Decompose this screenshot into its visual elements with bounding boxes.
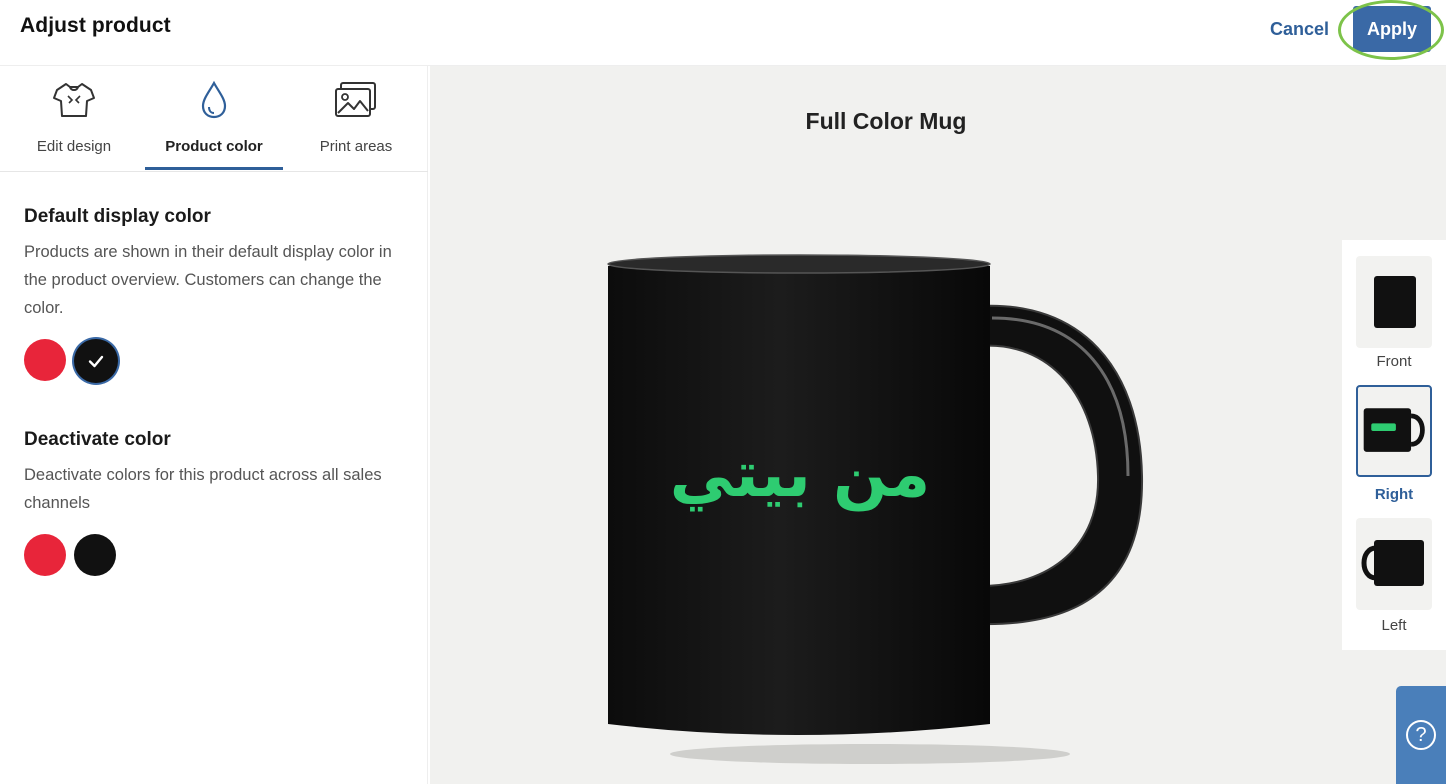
thumbnail-label: Left bbox=[1381, 617, 1407, 634]
view-thumbnails: Front Right Left bbox=[1342, 240, 1446, 650]
thumbnail-front[interactable] bbox=[1356, 256, 1432, 348]
default-color-description: Products are shown in their default disp… bbox=[24, 243, 392, 317]
tab-label: Print areas bbox=[319, 138, 393, 155]
tab-label: Edit design bbox=[36, 138, 112, 155]
deactivate-color-swatches bbox=[24, 534, 116, 576]
cancel-button[interactable]: Cancel bbox=[1262, 17, 1337, 42]
tab-edit-design[interactable]: Edit design bbox=[3, 66, 145, 172]
question-icon: ? bbox=[1406, 720, 1436, 750]
default-color-heading: Default display color bbox=[24, 206, 211, 227]
settings-panel: Edit design Product color Print areas De… bbox=[0, 66, 428, 784]
thumbnail-label: Front bbox=[1376, 353, 1412, 370]
tab-print-areas[interactable]: Print areas bbox=[285, 66, 427, 172]
thumbnail-left[interactable] bbox=[1356, 518, 1432, 610]
mug-logo-text: من بيتي bbox=[670, 438, 931, 512]
header-bar: Adjust product Cancel Apply bbox=[0, 0, 1446, 66]
page-title: Adjust product bbox=[20, 14, 171, 37]
tab-bar: Edit design Product color Print areas bbox=[0, 66, 428, 172]
mug-preview-image: من بيتي bbox=[607, 254, 1144, 764]
tab-label: Product color bbox=[165, 138, 263, 155]
deactivate-red-swatch[interactable] bbox=[24, 534, 66, 576]
thumbnail-right[interactable] bbox=[1356, 385, 1432, 477]
mug-right-thumb bbox=[1363, 408, 1425, 452]
deactivate-black-swatch[interactable] bbox=[74, 534, 116, 576]
checkmark-icon bbox=[88, 355, 104, 368]
mug-left-thumb bbox=[1361, 540, 1424, 586]
red-color-swatch[interactable] bbox=[24, 339, 66, 381]
default-color-section: Default display color Products are shown… bbox=[24, 206, 404, 322]
mug-front-thumb bbox=[1374, 276, 1416, 328]
apply-button[interactable]: Apply bbox=[1353, 6, 1431, 52]
default-color-swatches bbox=[24, 339, 118, 383]
product-preview-area: Full Color Mug من بيتي bbox=[430, 66, 1446, 784]
thumbnail-label: Right bbox=[1374, 486, 1414, 503]
help-button[interactable]: ? bbox=[1396, 686, 1446, 784]
images-icon bbox=[335, 82, 376, 117]
black-color-swatch[interactable] bbox=[74, 339, 118, 383]
tab-product-color[interactable]: Product color bbox=[143, 66, 285, 172]
deactivate-color-section: Deactivate color Deactivate colors for t… bbox=[24, 429, 404, 517]
active-tab-indicator bbox=[145, 167, 283, 170]
tshirt-icon bbox=[53, 83, 95, 117]
deactivate-color-description: Deactivate colors for this product acros… bbox=[24, 466, 382, 512]
product-title: Full Color Mug bbox=[805, 108, 967, 134]
deactivate-color-heading: Deactivate color bbox=[24, 429, 171, 450]
drop-icon bbox=[201, 80, 227, 119]
